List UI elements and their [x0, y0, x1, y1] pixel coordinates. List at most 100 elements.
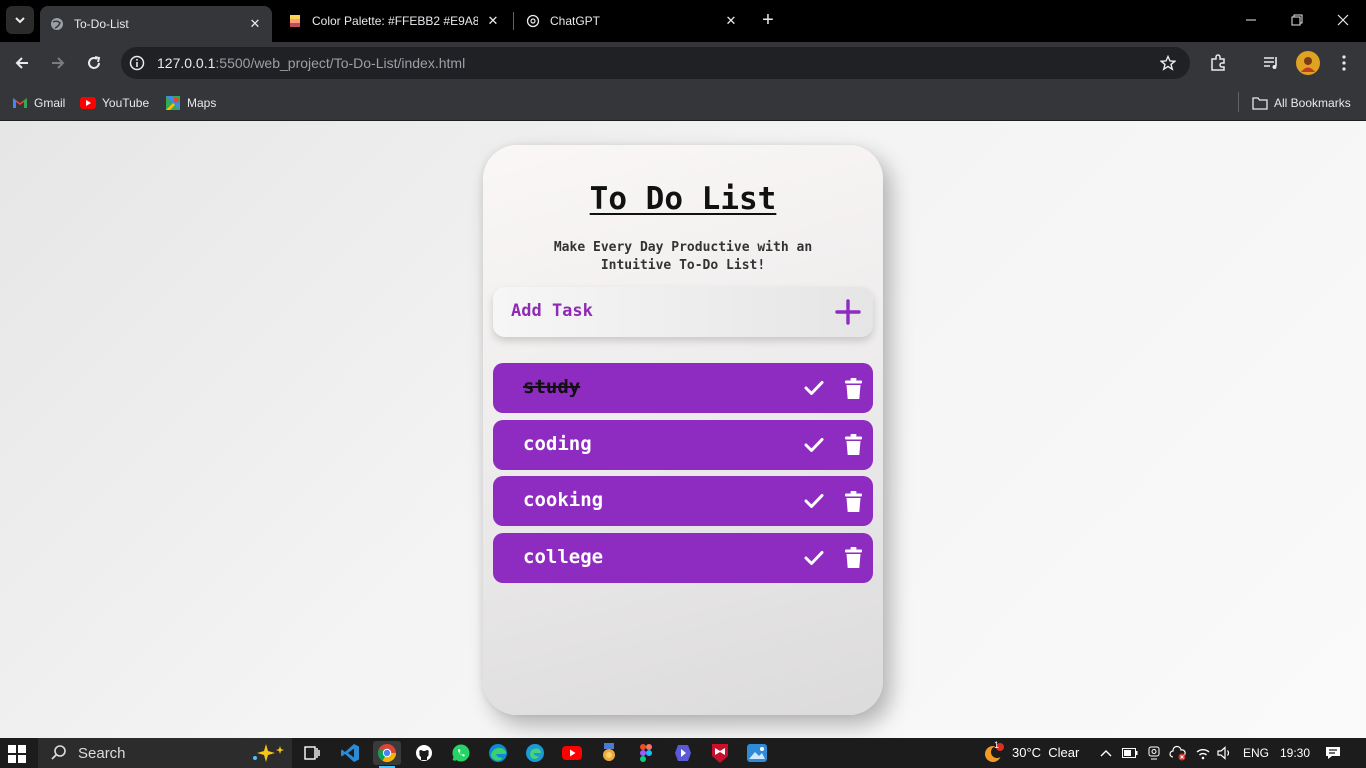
bookmark-gmail[interactable]: Gmail: [12, 93, 65, 113]
bookmark-youtube[interactable]: YouTube: [80, 93, 149, 113]
trash-icon[interactable]: [843, 489, 863, 513]
trash-icon[interactable]: [843, 546, 863, 570]
bookmark-label: Maps: [187, 96, 217, 110]
all-bookmarks-button[interactable]: All Bookmarks: [1252, 93, 1351, 113]
url-host: 127.0.0.1: [157, 55, 216, 71]
page-viewport: To Do List Make Every Day Productive wit…: [0, 121, 1366, 738]
whatsapp-icon[interactable]: [447, 741, 475, 765]
extensions-icon[interactable]: [1206, 51, 1230, 75]
chatgpt-icon: [526, 14, 540, 28]
url-path: :5500/web_project/To-Do-List/index.html: [215, 55, 466, 71]
chevron-up-icon[interactable]: [1097, 744, 1115, 762]
edge-beta-icon[interactable]: [521, 741, 549, 765]
task-item: cooking: [493, 476, 873, 526]
figma-icon[interactable]: [632, 741, 660, 765]
close-window-button[interactable]: [1320, 0, 1366, 40]
minimize-button[interactable]: [1228, 0, 1274, 40]
tab-chatgpt[interactable]: ChatGPT ✕: [516, 6, 748, 36]
browser-toolbar: 127.0.0.1:5500/web_project/To-Do-List/in…: [0, 42, 1366, 84]
bookmark-maps[interactable]: Maps: [165, 93, 216, 113]
tab-search-button[interactable]: [6, 6, 34, 34]
url-text[interactable]: 127.0.0.1:5500/web_project/To-Do-List/in…: [157, 55, 465, 71]
tab-color-palette[interactable]: Color Palette: #FFEBB2 #E9A89B ✕: [278, 6, 510, 36]
page-title: To Do List: [589, 181, 777, 217]
battery-icon[interactable]: [1121, 744, 1139, 762]
folder-icon: [1252, 95, 1268, 111]
task-name[interactable]: study: [523, 376, 580, 398]
reload-button[interactable]: [80, 49, 108, 77]
taskbar-search[interactable]: Search: [38, 738, 292, 768]
close-icon[interactable]: ✕: [486, 13, 500, 28]
plus-icon: [835, 299, 861, 325]
trash-icon[interactable]: [843, 376, 863, 400]
vscode-icon[interactable]: [336, 741, 364, 765]
youtube-app-icon[interactable]: [558, 741, 586, 765]
mcafee-icon[interactable]: [706, 741, 734, 765]
palette-icon: [288, 14, 302, 28]
volume-icon[interactable]: [1216, 744, 1234, 762]
arrow-left-icon: [15, 57, 28, 69]
task-name[interactable]: college: [523, 546, 603, 568]
globe-icon: [50, 17, 64, 31]
youtube-icon: [80, 95, 96, 111]
check-icon[interactable]: [803, 434, 825, 456]
gmail-icon: [12, 95, 28, 111]
restore-button[interactable]: [1274, 0, 1320, 40]
menu-icon[interactable]: [1332, 51, 1356, 75]
task-item: study: [493, 363, 873, 413]
address-bar[interactable]: 127.0.0.1:5500/web_project/To-Do-List/in…: [121, 47, 1190, 79]
check-icon[interactable]: [803, 490, 825, 512]
add-task-input[interactable]: Add Task: [511, 301, 593, 321]
add-task-button[interactable]: [835, 299, 861, 325]
tab-title: ChatGPT: [550, 14, 601, 28]
forward-button[interactable]: [44, 49, 72, 77]
weather-text[interactable]: 30°C Clear: [1012, 745, 1079, 760]
tab-title: To-Do-List: [74, 17, 129, 31]
camera-icon[interactable]: [1145, 744, 1163, 762]
github-icon[interactable]: [410, 741, 438, 765]
profile-avatar[interactable]: [1296, 51, 1320, 75]
chrome-icon[interactable]: [373, 741, 401, 768]
page-subtitle: Make Every Day Productive with an Intuit…: [523, 239, 843, 275]
bookmark-star-icon[interactable]: [1158, 53, 1178, 73]
weather-badge: 1: [994, 740, 1000, 750]
close-icon[interactable]: ✕: [248, 16, 262, 31]
task-name[interactable]: coding: [523, 433, 592, 455]
photos-icon[interactable]: [743, 741, 771, 765]
new-tab-button[interactable]: +: [756, 8, 780, 32]
bookmarks-bar: Gmail YouTube Maps All Bookmarks: [0, 84, 1366, 121]
task-item: college: [493, 532, 873, 583]
task-item: coding: [493, 419, 873, 470]
start-button[interactable]: [8, 745, 26, 763]
chevron-down-icon: [15, 17, 25, 24]
media-control-icon[interactable]: [1259, 51, 1283, 75]
language-indicator[interactable]: ENG: [1243, 746, 1269, 760]
tab-strip: To-Do-List ✕ Color Palette: #FFEBB2 #E9A…: [0, 0, 1366, 42]
close-icon: [1337, 14, 1349, 26]
windows-taskbar: Search 1 30°C Clear ENG 19:30: [0, 738, 1366, 768]
minimize-icon: [1246, 19, 1256, 21]
tab-separator: [513, 12, 514, 30]
cloud-error-icon[interactable]: [1169, 744, 1187, 762]
clock[interactable]: 19:30: [1280, 746, 1310, 760]
media-player-icon[interactable]: [669, 741, 697, 765]
copilot-sparkle-icon: [252, 744, 284, 762]
bookmark-label: YouTube: [102, 96, 150, 110]
check-icon[interactable]: [803, 377, 825, 399]
edge-icon[interactable]: [484, 741, 512, 765]
back-button[interactable]: [8, 49, 36, 77]
notification-icon[interactable]: [1324, 744, 1342, 762]
bookmarks-separator: [1238, 92, 1239, 112]
trash-icon[interactable]: [843, 433, 863, 457]
task-name[interactable]: cooking: [523, 489, 603, 511]
achievement-app-icon[interactable]: [595, 741, 623, 765]
close-icon[interactable]: ✕: [724, 13, 738, 28]
wifi-icon[interactable]: [1194, 744, 1212, 762]
task-view-icon[interactable]: [298, 741, 326, 765]
avatar-icon: [1301, 57, 1315, 72]
search-icon: [51, 745, 66, 760]
check-icon[interactable]: [803, 547, 825, 569]
site-info-icon[interactable]: [123, 49, 151, 77]
tab-to-do-list[interactable]: To-Do-List ✕: [40, 6, 272, 42]
subtitle-line: Intuitive To-Do List!: [600, 258, 766, 273]
